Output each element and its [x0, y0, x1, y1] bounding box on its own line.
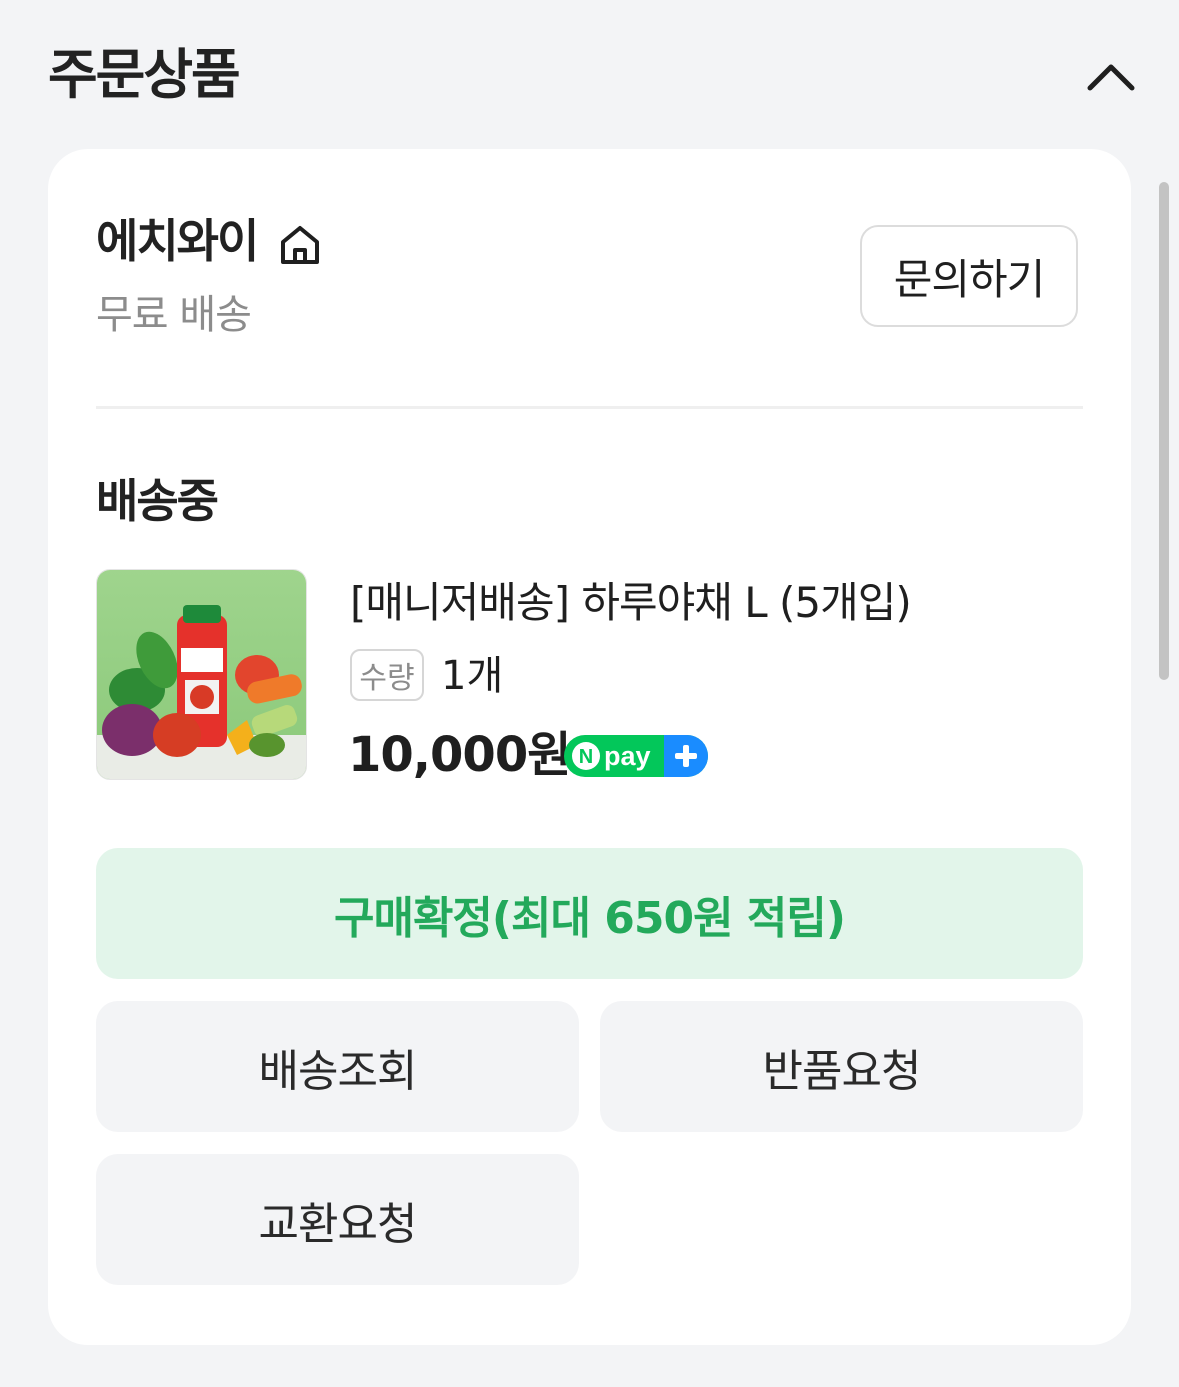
svg-text:pay: pay	[604, 741, 651, 771]
seller-name[interactable]: 에치와이	[96, 211, 259, 271]
npay-plus-icon: N pay	[564, 735, 708, 777]
section-header: 주문상품	[48, 38, 1138, 118]
order-card: 에치와이 무료 배송 문의하기 배송중 [매니저배송] 하루야채 L (5개입)…	[48, 149, 1131, 1345]
confirm-purchase-button[interactable]: 구매확정(최대 650원 적립)	[96, 848, 1083, 979]
product-thumbnail[interactable]	[96, 569, 307, 780]
divider	[96, 406, 1083, 409]
delivery-status: 배송중	[96, 474, 219, 528]
track-delivery-button[interactable]: 배송조회	[96, 1001, 579, 1132]
scrollbar[interactable]	[1159, 182, 1169, 680]
store-home-icon[interactable]	[278, 223, 322, 267]
inquiry-button[interactable]: 문의하기	[860, 225, 1078, 327]
shipping-info: 무료 배송	[96, 292, 252, 338]
exchange-request-button[interactable]: 교환요청	[96, 1154, 579, 1285]
svg-text:N: N	[579, 746, 593, 768]
quantity-label: 수량	[350, 649, 424, 701]
chevron-up-icon[interactable]	[1084, 54, 1138, 98]
section-title: 주문상품	[48, 43, 241, 106]
product-name[interactable]: [매니저배송] 하루야채 L (5개입)	[350, 573, 912, 633]
return-request-button[interactable]: 반품요청	[600, 1001, 1083, 1132]
quantity-value: 1개	[441, 653, 504, 699]
product-price: 10,000원	[348, 727, 571, 783]
